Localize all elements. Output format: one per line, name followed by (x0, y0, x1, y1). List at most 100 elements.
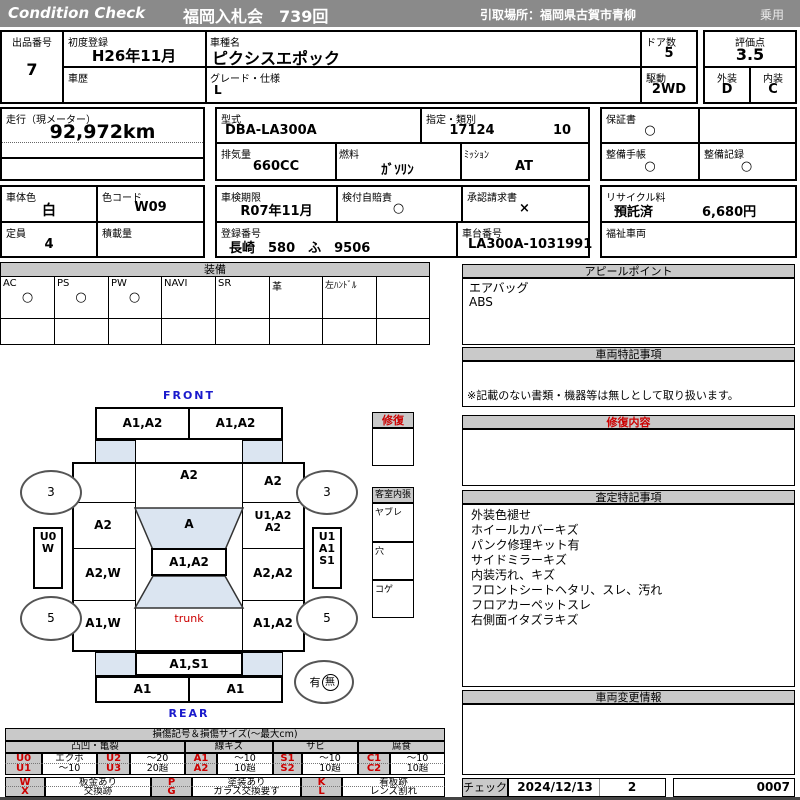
legend-val-u3: 20超 (130, 764, 185, 775)
legend-group-rust: サビ (273, 741, 358, 753)
assessment-line: ホイールカバーキズ (471, 523, 786, 538)
equip-navi-label: NAVI (164, 278, 187, 289)
spare-yes-label: 有 (310, 674, 321, 690)
equip-pw-mark: ○ (108, 290, 161, 305)
rear-glass-shape (135, 576, 243, 608)
rear-panel-box: A1,S1 (135, 652, 243, 676)
cabin-hole-label: 穴 (375, 544, 384, 557)
legend-val-c2: 10超 (390, 764, 445, 775)
divider (322, 277, 323, 344)
assessment-line: 内装汚れ、キズ (471, 568, 786, 583)
divider (215, 277, 216, 344)
right-front-door-damage: U1,A2 A2 (243, 510, 303, 534)
cabin-lining-header: 客室内張 (372, 487, 414, 503)
assessment-line: フロントシートヘタリ、スレ、汚れ (471, 583, 786, 598)
rear-bumper: A1 A1 (95, 676, 283, 703)
equip-ps-mark: ○ (54, 290, 108, 305)
divider (62, 66, 698, 68)
special-notes-body: ※記載のない書類・機器等は無しとして取り扱います。 (462, 361, 795, 407)
right-sill-box: U1 A1 S1 (312, 527, 342, 589)
divider (54, 277, 55, 344)
drive: 2WD (642, 82, 696, 97)
left-rear-door-damage: A2,W (74, 566, 132, 580)
front-right-wheel: 3 (296, 470, 358, 515)
legend-code-g: G (151, 787, 192, 797)
left-front-door-damage: A2 (74, 518, 132, 532)
front-bumper-right-damage: A1,A2 (190, 409, 281, 438)
equip-pw-label: PW (111, 278, 127, 289)
taillight-right (242, 652, 283, 676)
legend-val-p: 塗装あり (192, 777, 301, 787)
right-fender-damage: A2 (243, 474, 303, 488)
change-info-body (462, 704, 795, 775)
divider (456, 223, 458, 256)
legend-code-a1: A1 (185, 753, 217, 764)
body-color: 白 (2, 200, 96, 220)
condition-check-sheet: Condition Check 福岡入札会 739回 引取場所：福岡県古賀市青柳… (0, 0, 800, 800)
divider (376, 277, 377, 344)
front-left-wheel: 3 (20, 470, 82, 515)
legend-val-c1: 〜10 (390, 753, 445, 764)
hood-damage: A2 (135, 468, 243, 482)
divider (217, 142, 588, 144)
doors: 5 (642, 46, 696, 61)
recycle-status: 預託済 (614, 201, 653, 220)
spare-tire-indicator: 有 無 (294, 660, 354, 704)
exhibit-no: 7 (2, 60, 62, 79)
appeal-line: エアバッグ (469, 281, 788, 295)
front-bumper: A1,A2 A1,A2 (95, 407, 283, 440)
spare-no-circle: 無 (322, 674, 339, 691)
pickup-location: 引取場所：福岡県古賀市青柳 (480, 6, 636, 23)
divider (602, 221, 795, 223)
grade: L (214, 83, 222, 97)
assessment-line: サイドミラーキズ (471, 553, 786, 568)
inspection-reg-table: 車検期限 R07年11月 検付自賠責 ○ 承認請求書 × 登録番号 長崎 580… (215, 185, 590, 258)
roof-box: A1,A2 (151, 548, 227, 576)
rear-right-wheel: 5 (296, 596, 358, 641)
warranty-mark: ○ (602, 123, 698, 138)
front-label: FRONT (130, 389, 248, 402)
fuel: ｶﾞｿﾘﾝ (335, 159, 460, 178)
legend-code-u1: U1 (5, 764, 42, 775)
first-reg: H26年11月 (64, 45, 204, 66)
equip-leather-label: 革 (272, 278, 282, 293)
exterior-grade: D (705, 82, 749, 97)
equip-ps-label: PS (57, 278, 69, 289)
check-label: チェック (462, 778, 508, 797)
class-no-2: 10 (542, 123, 582, 138)
mileage-value: 92,972km (2, 121, 203, 143)
repair-mini-header: 修復 (372, 412, 414, 428)
special-notes-header: 車両特記事項 (462, 347, 795, 361)
model-code-table: 型式 DBA-LA300A 指定・類別 17124 10 排気量 660CC 燃… (215, 107, 590, 181)
check-serial: 0007 (757, 779, 790, 796)
equip-ac-label: AC (3, 278, 17, 289)
divider (161, 277, 162, 344)
divider (420, 109, 422, 142)
appeal-header: アピールポイント (462, 264, 795, 278)
front-bumper-left-damage: A1,A2 (97, 409, 188, 438)
equipment-table: AC ○ PS ○ PW ○ NAVI SR 革 左ﾊﾝﾄﾞﾙ (0, 276, 430, 345)
right-quarter-damage: A1,A2 (243, 616, 303, 630)
insurance-mark: ○ (336, 201, 461, 216)
cabin-burn-label: コゲ (375, 582, 393, 595)
legend-val-a1: 〜10 (217, 753, 273, 764)
repair-content-body (462, 429, 795, 486)
trunk-label: trunk (135, 612, 243, 625)
score: 3.5 (705, 45, 795, 64)
legend-code-p: P (151, 777, 192, 787)
divider (96, 187, 98, 256)
color-code: W09 (98, 200, 203, 215)
legend-val-s2: 10超 (302, 764, 358, 775)
appeal-line: ABS (469, 295, 788, 309)
score-box: 評価点 3.5 外装 D 内装 C (703, 30, 797, 104)
legend-group-corrosion: 腐食 (358, 741, 445, 753)
special-notes-disclaimer: ※記載のない書類・機器等は無しとして取り扱います。 (467, 387, 739, 403)
legend-group-dent: 凸凹・亀裂 (5, 741, 185, 753)
check-serial-box: 0007 (673, 778, 795, 797)
mission: AT (460, 159, 588, 174)
assessment-line: 右側面イタズラキズ (471, 613, 786, 628)
exhibit-no-label: 出品番号 (2, 34, 62, 49)
inspection-date: R07年11月 (217, 200, 336, 219)
check-date-box: 2024/12/13 2 (508, 778, 666, 797)
legend-code-l: L (301, 787, 342, 797)
